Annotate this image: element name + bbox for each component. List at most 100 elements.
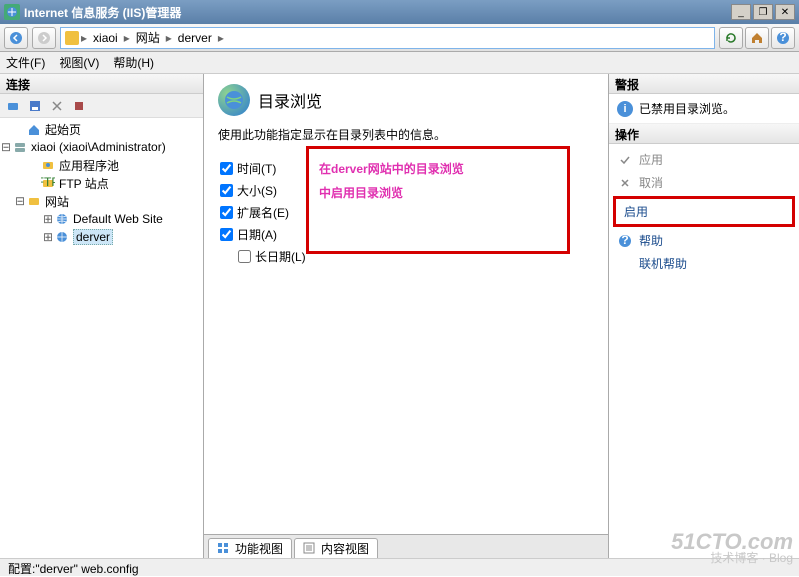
tree-node-server[interactable]: ⊟ xiaoi (xiaoi\Administrator) [0,138,203,156]
content-icon [303,542,317,556]
delete-icon[interactable] [48,97,66,115]
globe-icon [54,229,70,245]
menu-view[interactable]: 视图(V) [59,54,99,71]
chevron-right-icon: ▸ [124,31,130,45]
tree-node-sites[interactable]: ⊟ 网站 [0,192,203,210]
svg-text:?: ? [779,31,786,44]
page-title: 目录浏览 [258,88,322,112]
tree-label: 起始页 [45,121,81,138]
close-button[interactable]: ✕ [775,4,795,20]
tree-node-ftpsites[interactable]: FTP FTP 站点 [0,174,203,192]
checkbox-date[interactable] [220,228,233,241]
expand-icon[interactable]: ⊞ [42,230,54,244]
window-controls: _ ❐ ✕ [731,4,795,20]
maximize-button[interactable]: ❐ [753,4,773,20]
minimize-button[interactable]: _ [731,4,751,20]
annotation-line: 中启用目录浏览 [319,181,557,205]
check-label: 扩展名(E) [237,204,289,221]
tab-content-view[interactable]: 内容视图 [294,538,378,558]
page-header: 目录浏览 [218,84,594,116]
home-button[interactable] [745,27,769,49]
stop-icon[interactable] [70,97,88,115]
chevron-right-icon: ▸ [81,31,87,45]
back-button[interactable] [4,27,28,49]
tree-node-defaultsite[interactable]: ⊞ Default Web Site [0,210,203,228]
action-onlinehelp[interactable]: 联机帮助 [609,252,799,275]
menu-help[interactable]: 帮助(H) [113,54,154,71]
annotation-line: 在derver网站中的目录浏览 [319,157,557,181]
blank-icon [617,256,633,272]
alerts-header: 警报 [609,74,799,94]
apppool-icon [40,157,56,173]
tree-node-apppools[interactable]: 应用程序池 [0,156,203,174]
expand-icon[interactable]: ⊞ [42,212,54,226]
checkbox-size[interactable] [220,184,233,197]
home-icon [26,121,42,137]
apply-icon [617,152,633,168]
features-icon [217,542,231,556]
tree-label: 网站 [45,193,69,210]
tab-features-view[interactable]: 功能视图 [208,538,292,558]
tab-label: 功能视图 [235,540,283,557]
tree-label: derver [73,229,113,245]
action-enable[interactable]: 启用 [613,196,795,227]
refresh-button[interactable] [719,27,743,49]
content-panel: 目录浏览 使用此功能指定显示在目录列表中的信息。 时间(T) 大小(S) 扩展名… [204,74,609,558]
checkbox-longdate[interactable] [238,250,251,263]
help-button[interactable]: ? [771,27,795,49]
checkbox-time[interactable] [220,162,233,175]
info-icon: i [617,101,633,117]
svg-text:?: ? [621,234,628,247]
checkbox-ext[interactable] [220,206,233,219]
help-icon: ? [617,233,633,249]
app-icon [4,4,20,20]
svg-text:FTP: FTP [41,176,55,189]
globe-icon [54,211,70,227]
tree-node-start[interactable]: 起始页 [0,120,203,138]
action-help[interactable]: ? 帮助 [609,229,799,252]
action-label: 帮助 [639,232,663,249]
tree-label: 应用程序池 [59,157,119,174]
check-label: 大小(S) [237,182,277,199]
tree-node-derver[interactable]: ⊞ derver [0,228,203,246]
save-icon[interactable] [26,97,44,115]
action-apply[interactable]: 应用 [609,148,799,171]
chevron-right-icon: ▸ [166,31,172,45]
action-label: 启用 [624,203,648,220]
tree-label: Default Web Site [73,212,163,226]
check-label: 长日期(L) [255,248,306,265]
tab-label: 内容视图 [321,540,369,557]
action-label: 应用 [639,151,663,168]
status-bar: 配置:"derver" web.config [0,558,799,576]
menu-file[interactable]: 文件(F) [6,54,45,71]
breadcrumb-item[interactable]: derver [174,31,216,45]
action-cancel[interactable]: 取消 [609,171,799,194]
actions-panel: 警报 i 已禁用目录浏览。 操作 应用 取消 启用 ? 帮助 [609,74,799,558]
connections-toolbar [0,94,203,118]
main-area: 连接 起始页 ⊟ xiaoi (xiaoi\Administrator) [0,74,799,558]
cancel-icon [617,175,633,191]
forward-button[interactable] [32,27,56,49]
tree-label: xiaoi (xiaoi\Administrator) [31,140,166,154]
content-body: 目录浏览 使用此功能指定显示在目录列表中的信息。 时间(T) 大小(S) 扩展名… [204,74,608,534]
status-text: 配置:"derver" web.config [8,562,139,576]
collapse-icon[interactable]: ⊟ [14,194,26,208]
directory-browsing-icon [218,84,250,116]
breadcrumb[interactable]: ▸ xiaoi ▸ 网站 ▸ derver ▸ [60,27,715,49]
server-icon [12,139,28,155]
connect-icon[interactable] [4,97,22,115]
action-label: 联机帮助 [639,255,687,272]
breadcrumb-item[interactable]: 网站 [132,29,164,46]
collapse-icon[interactable]: ⊟ [0,140,12,154]
navigation-bar: ▸ xiaoi ▸ 网站 ▸ derver ▸ ? [0,24,799,52]
alert-text: 已禁用目录浏览。 [639,100,735,117]
breadcrumb-item[interactable]: xiaoi [89,31,122,45]
annotation-box: 在derver网站中的目录浏览 中启用目录浏览 [306,146,570,254]
check-label: 时间(T) [237,160,276,177]
ftp-icon: FTP [40,175,56,191]
actions-header: 操作 [609,124,799,144]
connections-panel: 连接 起始页 ⊟ xiaoi (xiaoi\Administrator) [0,74,204,558]
connections-tree[interactable]: 起始页 ⊟ xiaoi (xiaoi\Administrator) 应用程序池 [0,118,203,558]
tree-label: FTP 站点 [59,175,109,192]
alert-item: i 已禁用目录浏览。 [609,94,799,124]
